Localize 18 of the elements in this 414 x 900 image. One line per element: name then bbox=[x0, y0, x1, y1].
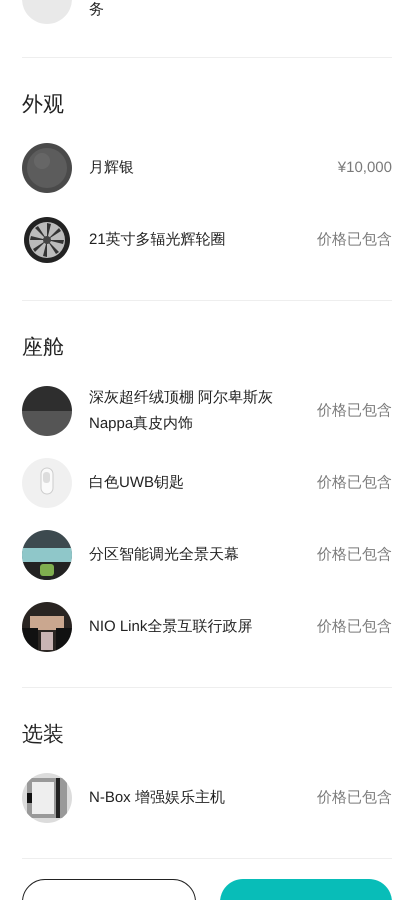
item-name: NIO Link全景互联行政屏 bbox=[89, 617, 254, 637]
item-name: 21英寸多辐光辉轮圈 bbox=[89, 230, 227, 250]
item-name: 白色UWB钥匙 bbox=[89, 473, 185, 493]
section-heading: 座舱 bbox=[22, 335, 65, 361]
item-price: 价格已包含 bbox=[317, 472, 392, 493]
item-price: 价格已包含 bbox=[317, 544, 392, 565]
item-name: N-Box 增强娱乐主机 bbox=[89, 788, 226, 808]
item-price: 价格已包含 bbox=[317, 400, 392, 421]
item-price: 价格已包含 bbox=[317, 616, 392, 637]
item-price: 价格已包含 bbox=[317, 788, 392, 808]
section-heading: 选装 bbox=[22, 722, 65, 748]
item-name: 深灰超纤绒顶棚 阿尔卑斯灰Nappa真皮内饰 bbox=[89, 388, 274, 434]
item-name: 分区智能调光全景天幕 bbox=[89, 545, 240, 565]
section-heading: 外观 bbox=[22, 92, 65, 118]
item-name: 月辉银 bbox=[89, 158, 135, 178]
item-name: 务 bbox=[89, 0, 104, 20]
item-price: 价格已包含 bbox=[317, 230, 392, 250]
item-price: ¥10,000 bbox=[338, 158, 392, 178]
